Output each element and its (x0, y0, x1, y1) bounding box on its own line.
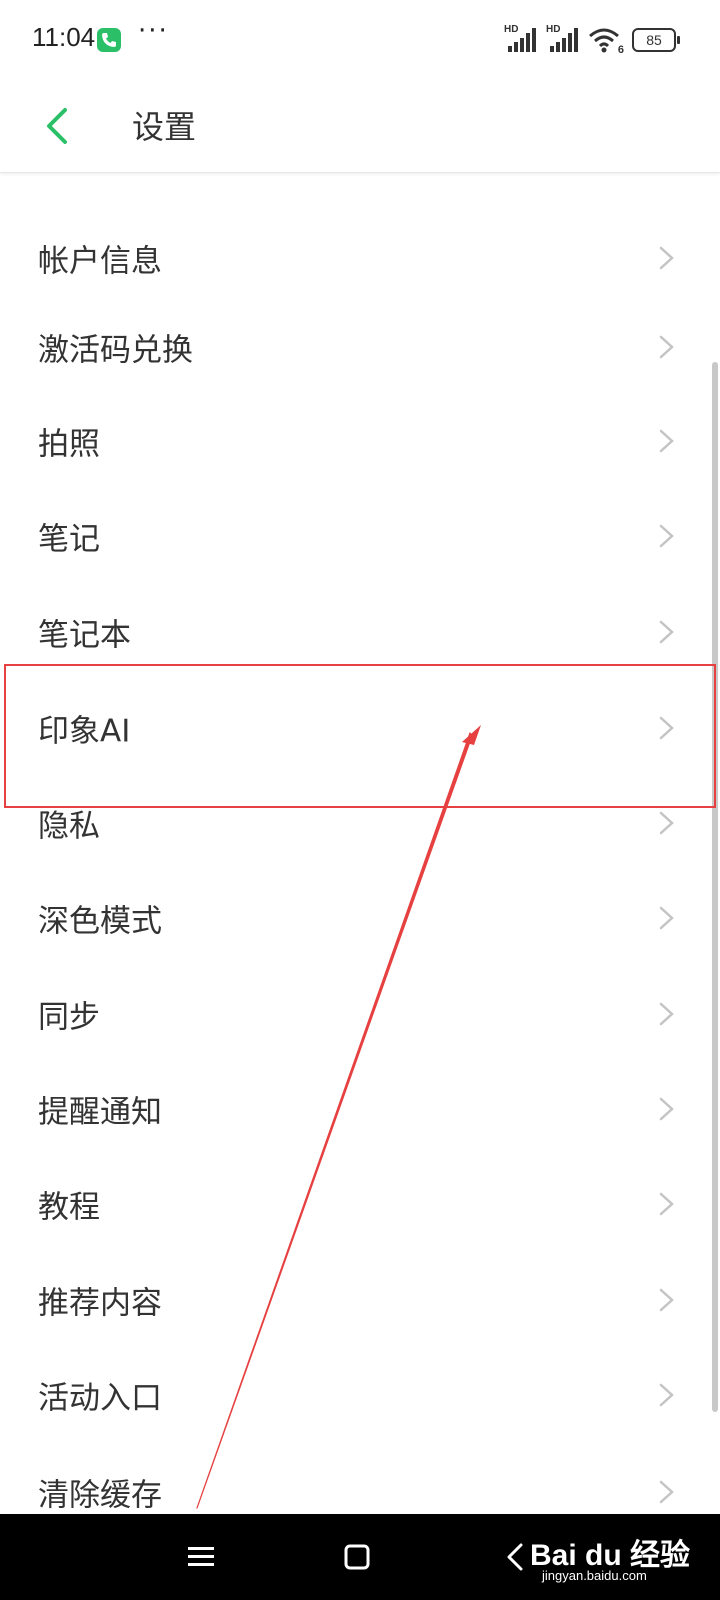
setting-label: 印象AI (38, 713, 131, 749)
signal-hd-icon-2: HD (546, 24, 580, 54)
system-nav-bar: Bai du 经验 jingyan.baidu.com (0, 1514, 720, 1600)
setting-label: 笔记 (38, 521, 100, 557)
baidu-jingyan-watermark: Bai du 经验 jingyan.baidu.com (530, 1526, 690, 1588)
setting-row-camera[interactable]: 拍照 (0, 393, 700, 488)
chevron-right-icon (659, 1480, 674, 1503)
chevron-right-icon (659, 335, 674, 358)
setting-row-dark-mode[interactable]: 深色模式 (0, 870, 700, 965)
chevron-right-icon (659, 620, 674, 643)
setting-row-evernote-ai[interactable]: 印象AI (0, 680, 700, 775)
chevron-right-icon (659, 429, 674, 452)
chevron-right-icon (659, 1288, 674, 1311)
setting-label: 激活码兑换 (38, 332, 193, 368)
back-arrow-icon (47, 108, 67, 144)
scrollbar[interactable] (712, 362, 718, 1412)
menu-button[interactable] (174, 1532, 228, 1582)
setting-row-sync[interactable]: 同步 (0, 966, 700, 1061)
setting-row-recommended[interactable]: 推荐内容 (0, 1252, 700, 1347)
setting-row-reminders[interactable]: 提醒通知 (0, 1061, 700, 1156)
app-header: 设置 (0, 80, 720, 173)
battery-icon: 85 (632, 28, 680, 52)
back-button[interactable] (28, 98, 84, 154)
setting-row-tutorials[interactable]: 教程 (0, 1156, 700, 1251)
setting-row-activation-code[interactable]: 激活码兑换 (0, 299, 700, 394)
setting-label: 帐户信息 (38, 243, 162, 279)
setting-row-clear-cache[interactable]: 清除缓存 (0, 1444, 700, 1514)
chevron-right-icon (659, 1383, 674, 1406)
chevron-right-icon (659, 1192, 674, 1215)
status-icons: HD HD 6 85 (504, 24, 680, 56)
chevron-right-icon (659, 906, 674, 929)
chevron-right-icon (659, 524, 674, 547)
setting-label: 隐私 (38, 808, 100, 844)
page-title: 设置 (132, 108, 197, 146)
setting-row-privacy[interactable]: 隐私 (0, 775, 700, 870)
phone-call-icon (97, 28, 121, 52)
setting-label: 深色模式 (38, 903, 162, 939)
home-button[interactable] (330, 1532, 384, 1582)
setting-label: 同步 (38, 999, 100, 1035)
status-time: 11:04 (32, 22, 96, 52)
chevron-right-icon (659, 246, 674, 269)
chevron-right-icon (659, 811, 674, 834)
wifi-icon: 6 (588, 26, 624, 56)
setting-row-notebooks[interactable]: 笔记本 (0, 584, 700, 679)
setting-label: 推荐内容 (38, 1285, 162, 1321)
status-bar: 11:04 ··· HD HD 6 85 (0, 0, 720, 80)
setting-label: 教程 (38, 1189, 100, 1225)
chevron-right-icon (659, 1097, 674, 1120)
setting-label: 提醒通知 (38, 1094, 162, 1130)
watermark-url: jingyan.baidu.com (542, 1568, 647, 1583)
chevron-right-icon (659, 1002, 674, 1025)
settings-list[interactable]: 帐户信息 激活码兑换 拍照 笔记 笔记本 印象AI 隐私 深色模式 同步 提醒通… (0, 172, 720, 1514)
setting-label: 清除缓存 (38, 1477, 162, 1513)
setting-label: 活动入口 (38, 1380, 162, 1416)
setting-label: 拍照 (38, 426, 100, 462)
menu-icon (188, 1547, 214, 1566)
setting-row-account-info[interactable]: 帐户信息 (0, 210, 700, 305)
setting-label: 笔记本 (38, 617, 131, 653)
setting-row-activities[interactable]: 活动入口 (0, 1347, 700, 1442)
setting-row-notes[interactable]: 笔记 (0, 488, 700, 583)
signal-hd-icon-1: HD (504, 24, 538, 54)
home-square-icon (344, 1544, 370, 1570)
more-notifications-icon: ··· (138, 16, 169, 46)
back-triangle-icon (507, 1543, 523, 1571)
chevron-right-icon (659, 716, 674, 739)
